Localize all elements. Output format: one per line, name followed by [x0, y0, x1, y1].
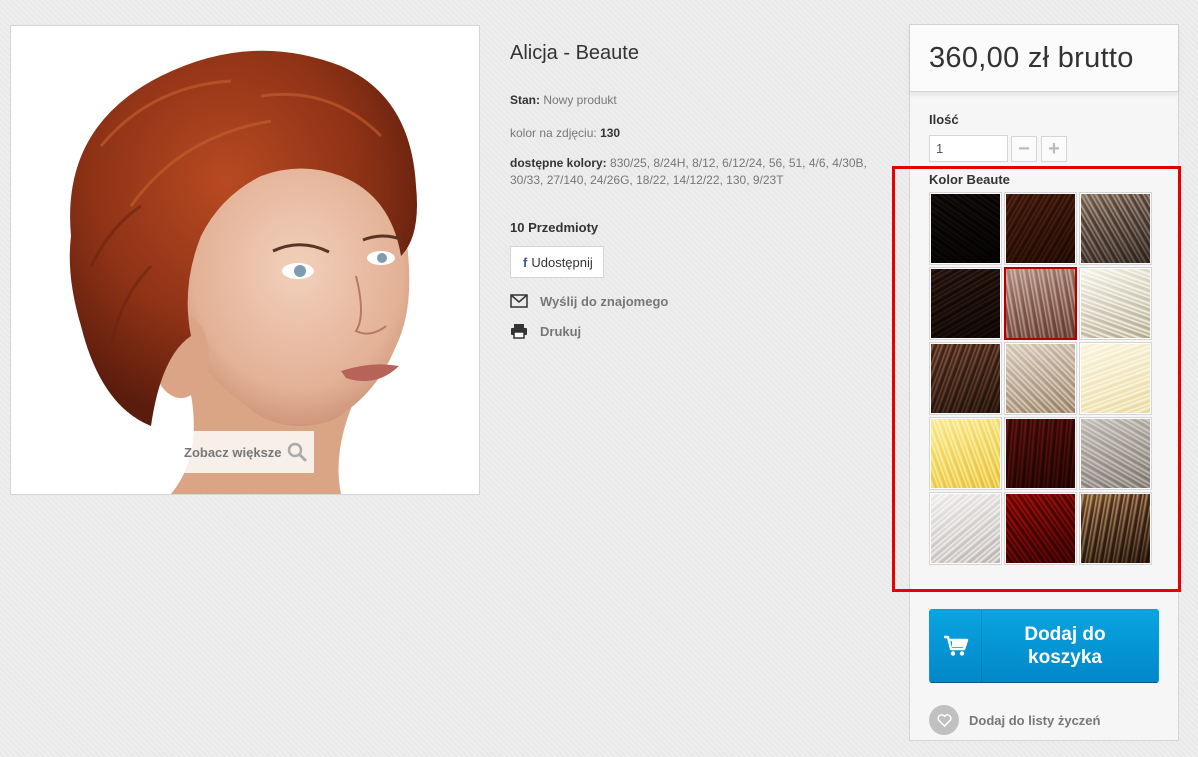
- color-swatch[interactable]: [1079, 267, 1152, 340]
- price: 360,00 zł brutto: [929, 41, 1134, 74]
- condition-label: Stan:: [510, 93, 540, 107]
- zoom-label: Zobacz większe: [184, 444, 282, 460]
- color-swatch-grid: [929, 192, 1154, 565]
- product-image-container[interactable]: Zobacz większe: [10, 25, 480, 495]
- color-swatch[interactable]: [929, 267, 1002, 340]
- color-swatch-texture: [1006, 194, 1075, 263]
- wishlist-label: Dodaj do listy życzeń: [969, 712, 1101, 728]
- print-label: Drukuj: [540, 323, 582, 339]
- product-info: Alicja - Beaute Stan: Nowy produkt kolor…: [510, 40, 870, 339]
- color-swatch[interactable]: [929, 192, 1002, 265]
- color-swatch-texture: [1081, 269, 1150, 338]
- photo-color-label: kolor na zdjęciu:: [510, 126, 597, 140]
- color-swatch[interactable]: [1004, 342, 1077, 415]
- add-to-cart-button[interactable]: Dodaj do koszyka: [929, 609, 1159, 683]
- color-swatch-texture: [931, 494, 1000, 563]
- color-swatch-texture: [931, 419, 1000, 488]
- product-photo[interactable]: [11, 26, 479, 494]
- color-swatch[interactable]: [1004, 192, 1077, 265]
- color-swatch-texture: [931, 194, 1000, 263]
- quantity-label: Ilość: [929, 112, 959, 127]
- color-swatch[interactable]: [1079, 417, 1152, 490]
- color-swatch-texture: [1081, 419, 1150, 488]
- color-swatch-texture: [1006, 494, 1075, 563]
- cart-icon-wrap: [930, 610, 982, 682]
- product-title: Alicja - Beaute: [510, 42, 639, 64]
- stock-quantity: 10 Przedmioty: [510, 220, 599, 235]
- share-label: Udostępnij: [531, 254, 593, 270]
- facebook-icon: f: [523, 254, 528, 270]
- magnifier-icon: [287, 442, 307, 462]
- add-to-cart-label: Dodaj do koszyka: [1024, 624, 1106, 668]
- color-group-label: Kolor Beaute: [929, 172, 1010, 187]
- price-display: 360,00 zł brutto: [910, 25, 1178, 92]
- send-to-friend-label: Wyślij do znajomego: [540, 293, 669, 309]
- photo-color-value: 130: [600, 126, 621, 140]
- color-swatch[interactable]: [929, 342, 1002, 415]
- color-swatch-texture: [1006, 419, 1075, 488]
- color-swatch[interactable]: [1079, 492, 1152, 565]
- condition-row: Stan: Nowy produkt: [510, 92, 617, 109]
- available-colors-row: dostępne kolory: 830/25, 8/24H, 8/12, 6/…: [510, 155, 870, 189]
- color-swatch-texture: [1006, 269, 1075, 338]
- color-swatch-texture: [1081, 194, 1150, 263]
- printer-icon: [511, 324, 527, 339]
- quantity-input[interactable]: [929, 135, 1008, 162]
- facebook-share-button[interactable]: f Udostępnij: [510, 246, 604, 278]
- color-swatch[interactable]: [1079, 192, 1152, 265]
- condition-value: Nowy produkt: [543, 93, 617, 107]
- available-colors-label: dostępne kolory:: [510, 156, 607, 170]
- color-swatch[interactable]: [1004, 492, 1077, 565]
- add-to-wishlist-link[interactable]: Dodaj do listy życzeń: [929, 705, 1100, 735]
- photo-color-row: kolor na zdjęciu: 130: [510, 125, 620, 142]
- send-to-friend-link[interactable]: Wyślij do znajomego: [510, 293, 668, 309]
- heart-icon: [929, 705, 959, 735]
- zoom-button[interactable]: Zobacz większe: [177, 431, 314, 473]
- color-swatch[interactable]: [1079, 342, 1152, 415]
- print-link[interactable]: Drukuj: [510, 323, 581, 339]
- envelope-icon: [510, 294, 528, 308]
- color-swatch[interactable]: [1004, 267, 1077, 340]
- color-swatch-texture: [1081, 494, 1150, 563]
- color-swatch[interactable]: [929, 492, 1002, 565]
- shopping-cart-icon: [943, 635, 968, 656]
- buy-box: 360,00 zł brutto Ilość − + Kolor Beaute …: [909, 24, 1179, 741]
- quantity-increase-button[interactable]: +: [1041, 136, 1067, 162]
- color-swatch[interactable]: [1004, 417, 1077, 490]
- color-swatch-texture: [931, 269, 1000, 338]
- color-swatch[interactable]: [929, 417, 1002, 490]
- color-swatch-texture: [931, 344, 1000, 413]
- quantity-decrease-button[interactable]: −: [1011, 136, 1037, 162]
- color-swatch-texture: [1006, 344, 1075, 413]
- color-swatch-texture: [1081, 344, 1150, 413]
